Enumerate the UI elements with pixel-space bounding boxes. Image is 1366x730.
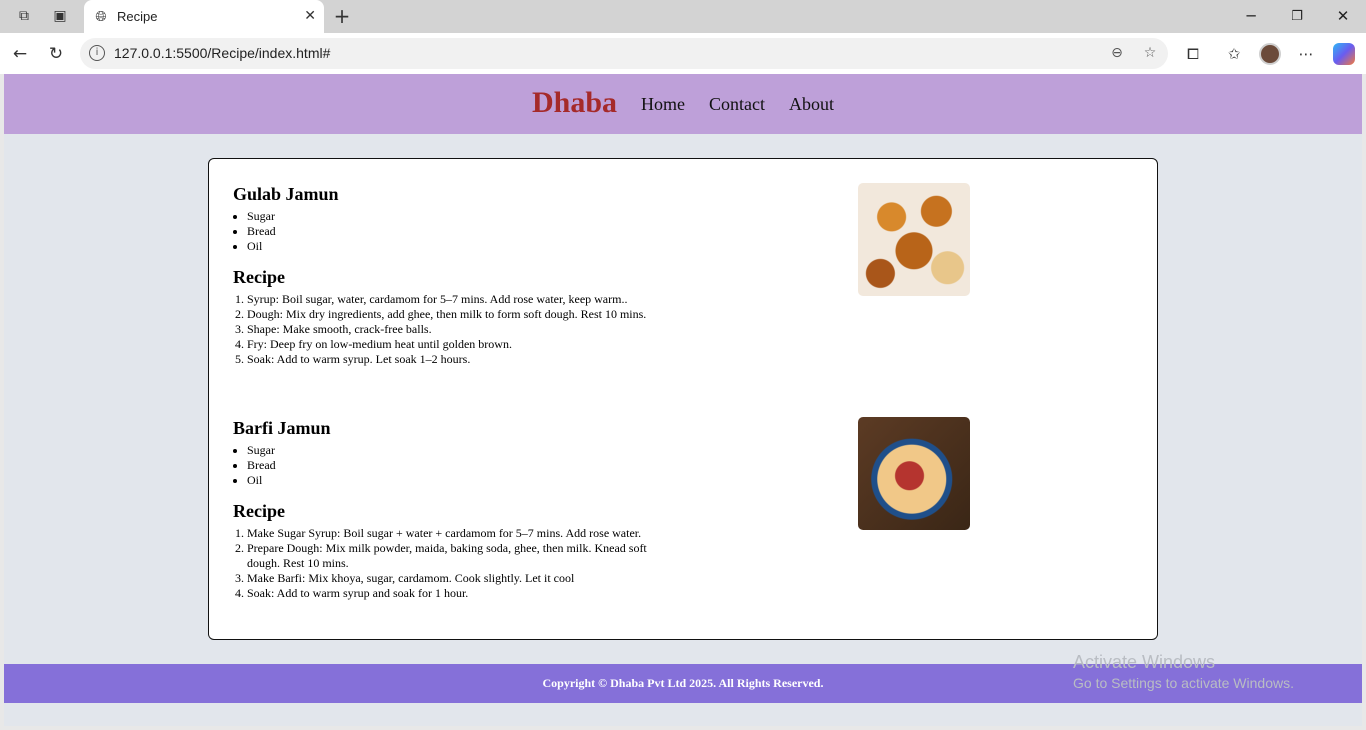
profile-avatar[interactable] <box>1259 43 1281 65</box>
step-item: Syrup: Boil sugar, water, cardamom for 5… <box>247 292 667 307</box>
step-item: Soak: Add to warm syrup and soak for 1 h… <box>247 586 667 601</box>
ingredient-item: Oil <box>247 239 713 254</box>
windows-activation-watermark: Activate Windows Go to Settings to activ… <box>1073 652 1294 691</box>
recipe-heading: Recipe <box>233 501 285 521</box>
close-tab-icon[interactable]: ✕ <box>304 8 316 24</box>
browser-toolbar: ← ↻ i 127.0.0.1:5500/Recipe/index.html# … <box>0 33 1366 74</box>
refresh-icon[interactable]: ↻ <box>44 42 68 66</box>
favorites-icon[interactable]: ✩ <box>1223 43 1245 65</box>
watermark-title: Activate Windows <box>1073 652 1216 672</box>
ingredient-item: Sugar <box>247 443 713 458</box>
minimize-icon[interactable]: ─ <box>1239 5 1263 27</box>
extensions-icon[interactable]: ⧠ <box>1182 43 1204 65</box>
step-item: Soak: Add to warm syrup. Let soak 1–2 ho… <box>247 352 667 367</box>
step-item: Make Barfi: Mix khoya, sugar, cardamom. … <box>247 571 667 586</box>
tab-title: Recipe <box>117 9 158 24</box>
ingredient-item: Oil <box>247 473 713 488</box>
ingredient-item: Bread <box>247 458 713 473</box>
recipe-title: Barfi Jamun <box>233 418 331 438</box>
recipe-gulab-jamun: Gulab Jamun Sugar Bread Oil Recipe Syrup… <box>233 183 713 367</box>
favorite-star-icon[interactable]: ☆ <box>1140 43 1160 63</box>
site-info-icon[interactable]: i <box>89 45 105 61</box>
workspaces-icon[interactable]: ⧉ <box>12 4 36 28</box>
watermark-subtitle: Go to Settings to activate Windows. <box>1073 675 1294 691</box>
ingredient-list: Sugar Bread Oil <box>247 209 713 254</box>
recipe-title: Gulab Jamun <box>233 184 339 204</box>
browser-tab[interactable]: 🌐︎ Recipe ✕ <box>84 0 324 33</box>
ingredient-item: Sugar <box>247 209 713 224</box>
recipe-heading: Recipe <box>233 267 285 287</box>
barfi-jamun-image <box>858 417 970 530</box>
step-item: Dough: Mix dry ingredients, add ghee, th… <box>247 307 667 322</box>
nav-about[interactable]: About <box>789 94 834 115</box>
step-item: Make Sugar Syrup: Boil sugar + water + c… <box>247 526 667 541</box>
site-brand[interactable]: Dhaba <box>532 86 617 120</box>
recipe-barfi-jamun: Barfi Jamun Sugar Bread Oil Recipe Make … <box>233 417 713 601</box>
ingredient-item: Bread <box>247 224 713 239</box>
page-viewport: Dhaba Home Contact About Gulab Jamun Sug… <box>4 74 1362 726</box>
tab-actions-icon[interactable]: ▣ <box>48 4 72 28</box>
more-menu-icon[interactable]: ⋯ <box>1295 43 1317 65</box>
nav-home[interactable]: Home <box>641 94 685 115</box>
back-icon[interactable]: ← <box>8 42 32 66</box>
step-item: Fry: Deep fry on low-medium heat until g… <box>247 337 667 352</box>
step-item: Shape: Make smooth, crack-free balls. <box>247 322 667 337</box>
site-header: Dhaba Home Contact About <box>4 74 1362 134</box>
address-bar[interactable]: i 127.0.0.1:5500/Recipe/index.html# ⊖ ☆ <box>80 38 1168 69</box>
ingredient-list: Sugar Bread Oil <box>247 443 713 488</box>
browser-tabstrip: ⧉ ▣ 🌐︎ Recipe ✕ + ─ ❐ ✕ <box>0 0 1366 33</box>
close-window-icon[interactable]: ✕ <box>1331 5 1355 27</box>
restore-icon[interactable]: ❐ <box>1285 5 1309 27</box>
recipe-card: Gulab Jamun Sugar Bread Oil Recipe Syrup… <box>208 158 1158 640</box>
nav-contact[interactable]: Contact <box>709 94 765 115</box>
copilot-icon[interactable] <box>1333 43 1355 65</box>
step-item: Prepare Dough: Mix milk powder, maida, b… <box>247 541 667 571</box>
zoom-out-icon[interactable]: ⊖ <box>1107 43 1127 63</box>
url-text[interactable]: 127.0.0.1:5500/Recipe/index.html# <box>114 45 330 61</box>
globe-icon: 🌐︎ <box>95 9 107 25</box>
step-list: Syrup: Boil sugar, water, cardamom for 5… <box>247 292 667 367</box>
step-list: Make Sugar Syrup: Boil sugar + water + c… <box>247 526 667 601</box>
gulab-jamun-image <box>858 183 970 296</box>
new-tab-button[interactable]: + <box>330 4 354 28</box>
